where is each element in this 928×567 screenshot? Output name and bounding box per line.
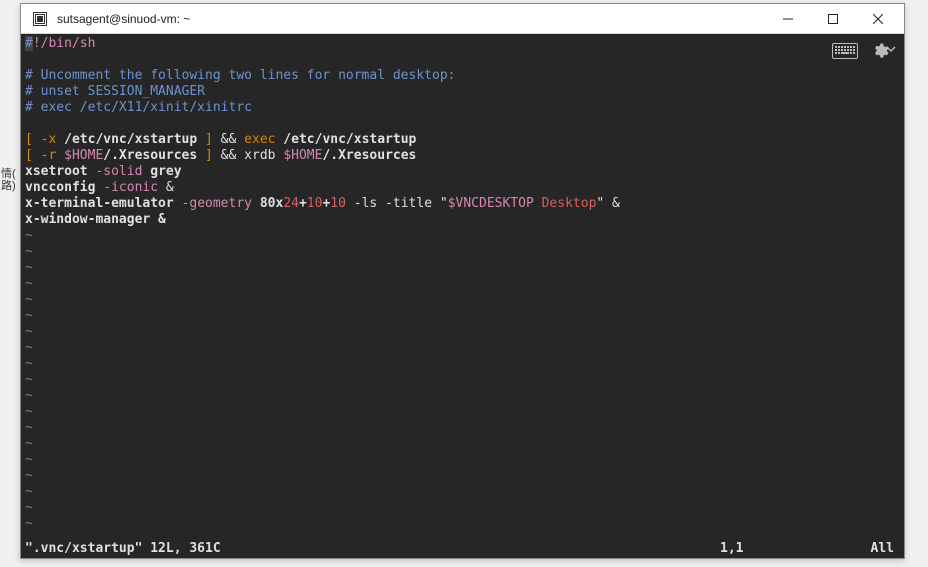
comment-line: # exec /etc/X11/xinit/xinitrc [25, 100, 902, 116]
terminal-window: sutsagent@sinuod-vm: ~ [20, 3, 905, 559]
terminal-toolbar [832, 40, 896, 62]
chevron-down-icon[interactable] [886, 40, 896, 62]
tilde-line: ~ [25, 468, 902, 484]
status-file: ".vnc/xstartup" 12L, 361C [25, 541, 720, 557]
tilde-line: ~ [25, 308, 902, 324]
tilde-line: ~ [25, 500, 902, 516]
tilde-line: ~ [25, 388, 902, 404]
window-controls [765, 4, 900, 33]
tilde-line: ~ [25, 292, 902, 308]
tilde-line: ~ [25, 260, 902, 276]
terminal-area[interactable]: #!/bin/sh # Uncomment the following two l… [21, 34, 904, 558]
close-button[interactable] [855, 4, 900, 33]
status-position: 1,1 [720, 541, 840, 557]
code-line: vncconfig -iconic & [25, 180, 902, 196]
status-percent: All [840, 541, 900, 557]
tilde-line: ~ [25, 324, 902, 340]
tilde-line: ~ [25, 420, 902, 436]
editor-content[interactable]: #!/bin/sh # Uncomment the following two l… [23, 36, 902, 540]
tilde-line: ~ [25, 452, 902, 468]
tilde-line: ~ [25, 228, 902, 244]
tilde-line: ~ [25, 372, 902, 388]
code-line: [ -r $HOME/.Xresources ] && xrdb $HOME/.… [25, 148, 902, 164]
tilde-line: ~ [25, 404, 902, 420]
tilde-line: ~ [25, 484, 902, 500]
app-icon [31, 10, 49, 28]
comment-line: # Uncomment the following two lines for … [25, 68, 902, 84]
code-line: x-terminal-emulator -geometry 80x24+10+1… [25, 196, 902, 212]
code-line: xsetroot -solid grey [25, 164, 902, 180]
background-fragment: 情( 路) [1, 168, 16, 192]
titlebar[interactable]: sutsagent@sinuod-vm: ~ [21, 4, 904, 34]
vim-statusbar: ".vnc/xstartup" 12L, 361C 1,1 All [23, 541, 902, 557]
tilde-line: ~ [25, 356, 902, 372]
tilde-line: ~ [25, 244, 902, 260]
comment-line: # unset SESSION_MANAGER [25, 84, 902, 100]
tilde-line: ~ [25, 340, 902, 356]
tilde-line: ~ [25, 276, 902, 292]
code-line: x-window-manager & [25, 212, 902, 228]
keyboard-icon[interactable] [832, 42, 858, 60]
tilde-line: ~ [25, 436, 902, 452]
tilde-line: ~ [25, 516, 902, 532]
window-title: sutsagent@sinuod-vm: ~ [57, 12, 765, 26]
shebang-hash: # [25, 36, 33, 51]
code-line: [ -x /etc/vnc/xstartup ] && exec /etc/vn… [25, 132, 902, 148]
shebang: !/bin/sh [33, 36, 96, 51]
minimize-button[interactable] [765, 4, 810, 33]
maximize-button[interactable] [810, 4, 855, 33]
